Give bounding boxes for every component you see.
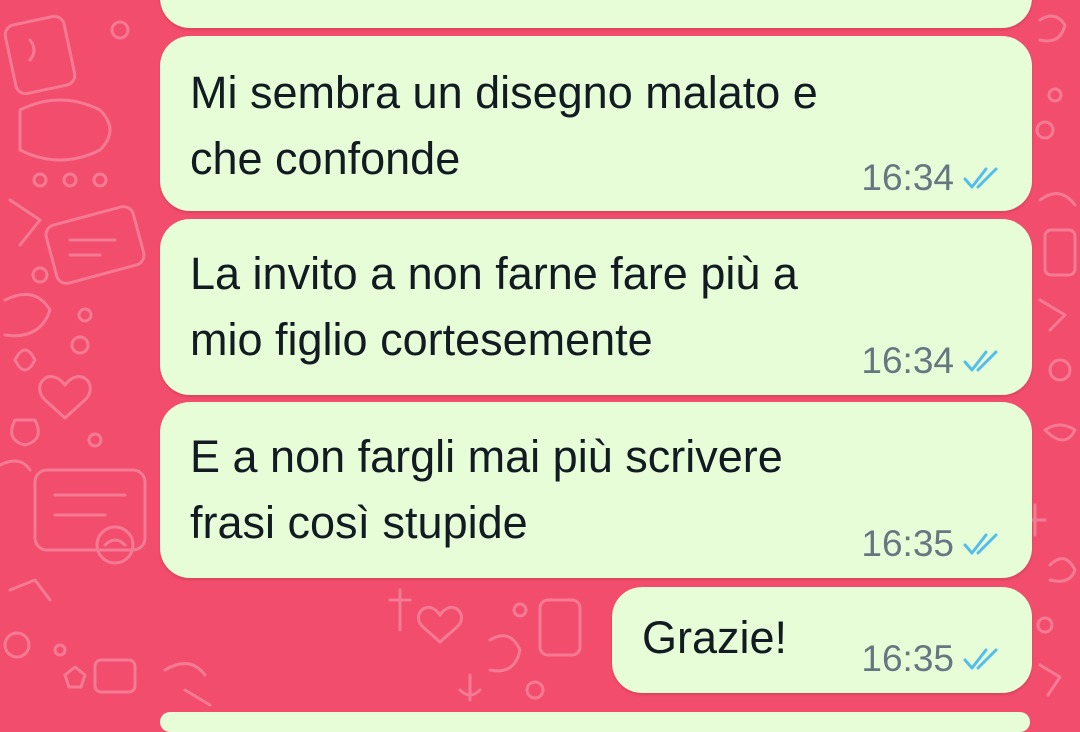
message-bubble[interactable]: La invito a non farne fare più a mio fig… (160, 219, 1032, 395)
message-text-line: mio figlio cortesemente (190, 314, 653, 365)
message-meta: 16:34 (861, 158, 1002, 198)
message-bubble[interactable]: Mi sembra un disegno malato e che confon… (160, 36, 1032, 211)
message-text-line: La invito a non farne fare più a (190, 248, 798, 299)
message-bubble[interactable]: E a non fargli mai più scrivere frasi co… (160, 402, 1032, 578)
message-text-line: Mi sembra un disegno malato e (190, 67, 818, 118)
message-bubble[interactable]: Grazie! 16:35 (612, 587, 1032, 693)
message-bubble-partial[interactable] (160, 0, 1032, 28)
message-meta: 16:35 (861, 639, 1002, 679)
message-text-line: E a non fargli mai più scrivere (190, 431, 783, 482)
message-text-line: frasi così stupide (190, 497, 528, 548)
double-check-read-icon (963, 167, 998, 189)
message-bubble-partial[interactable] (160, 712, 1030, 732)
message-timestamp: 16:34 (861, 157, 954, 198)
message-meta: 16:35 (861, 524, 1002, 564)
double-check-read-icon (963, 533, 998, 555)
message-meta: 16:34 (861, 341, 1002, 381)
message-timestamp: 16:35 (861, 523, 954, 564)
message-timestamp: 16:35 (861, 638, 954, 679)
double-check-read-icon (963, 648, 998, 670)
message-text-line: che confonde (190, 133, 461, 184)
message-text-line: Grazie! (642, 612, 788, 663)
message-timestamp: 16:34 (861, 340, 954, 381)
double-check-read-icon (963, 350, 998, 372)
